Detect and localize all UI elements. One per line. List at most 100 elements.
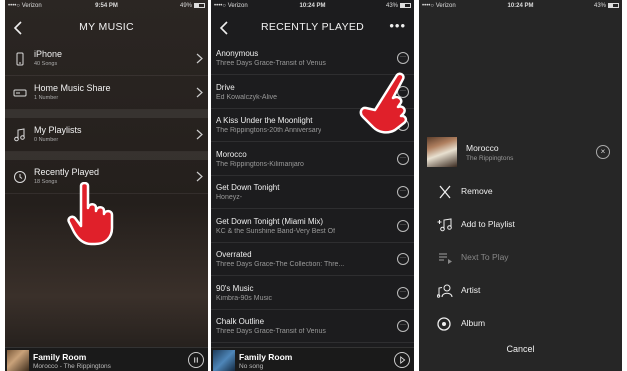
my-music-screen: ••••○ Verizon 9:54 PM 49% MY MUSIC iPhon… xyxy=(5,0,208,371)
track-artist-album: KC & the Sunshine Band-Very Best Of xyxy=(216,227,336,235)
library-row-count: 0 Number xyxy=(34,137,59,143)
next-to-play-icon xyxy=(439,253,452,264)
chevron-right-icon xyxy=(196,87,203,98)
track-artist-album: Three Days Grace-Transit of Venus xyxy=(216,60,326,67)
tap-hand-icon xyxy=(67,182,114,246)
pause-icon[interactable] xyxy=(188,352,204,368)
status-bar: ••••○ Verizon 10:24 PM 43% xyxy=(211,0,414,13)
more-dots-icon[interactable]: ••• xyxy=(389,19,406,32)
section-divider xyxy=(5,152,208,160)
library-row-count: 1 Number xyxy=(34,95,59,101)
chevron-right-icon xyxy=(196,53,203,64)
battery-icon xyxy=(400,2,411,8)
album-art xyxy=(213,350,235,371)
track-artist-album: Ed Kowalczyk-Alive xyxy=(216,93,278,101)
cancel-button[interactable]: Cancel xyxy=(419,344,622,354)
album-art xyxy=(427,137,457,167)
add-to-playlist-button[interactable]: Add to Playlist xyxy=(419,209,622,241)
library-row-label: iPhone xyxy=(34,49,63,59)
track-artist-album: The Rippingtons-Kilimanjaro xyxy=(216,160,304,168)
album-art xyxy=(7,350,29,371)
album-icon xyxy=(437,317,451,331)
track-title: A Kiss Under the Moonlight xyxy=(216,116,313,125)
clock: 10:24 PM xyxy=(507,3,534,9)
track-more-options-icon[interactable]: ··· xyxy=(397,52,409,64)
mini-player[interactable]: Family Room No song xyxy=(211,347,414,371)
chevron-right-icon xyxy=(196,129,203,140)
track-more-options-icon[interactable]: ··· xyxy=(397,152,409,165)
battery-icon xyxy=(194,2,205,8)
album-button[interactable]: Album xyxy=(419,308,622,340)
track-row[interactable]: Get Down Tonight Honeyz- ··· xyxy=(211,176,414,209)
player-now-playing: Morocco - The Rippingtons xyxy=(33,363,111,370)
library-row-home-music-share[interactable]: Home Music Share 1 Number xyxy=(5,76,208,110)
track-row[interactable]: Anonymous Three Days Grace-Transit of Ven… xyxy=(211,42,414,75)
player-now-playing: No song xyxy=(239,363,264,370)
battery-percent: 49% xyxy=(179,3,192,9)
library-row-count: 40 Songs xyxy=(34,61,58,67)
chevron-right-icon xyxy=(196,171,203,182)
library-row-iphone[interactable]: iPhone 40 Songs xyxy=(5,42,208,76)
track-artist-album: The Rippingtons-20th Anniversary xyxy=(216,127,322,134)
play-icon[interactable] xyxy=(394,352,410,368)
page-title: MY MUSIC xyxy=(79,21,134,33)
player-zone-name: Family Room xyxy=(33,352,87,362)
nav-bar: MY MUSIC xyxy=(5,13,208,43)
track-title: Anonymous xyxy=(216,49,259,58)
recently-played-screen: ••••○ Verizon 10:24 PM 43% RECENTLY PLAY… xyxy=(211,0,414,371)
track-row[interactable]: Get Down Tonight (Miami Mix) KC & the Sun… xyxy=(211,210,414,243)
track-title: Get Down Tonight xyxy=(216,183,280,192)
action-label: Add to Playlist xyxy=(461,219,515,229)
track-more-options-icon[interactable]: ··· xyxy=(397,219,409,232)
track-title: Chalk Outline xyxy=(216,317,265,326)
action-label: Next To Play xyxy=(461,252,509,262)
track-title: Drive xyxy=(216,82,235,92)
remove-x-icon xyxy=(439,185,451,199)
library-row-my-playlists[interactable]: My Playlists 0 Number xyxy=(5,118,208,152)
clock: 9:54 PM xyxy=(95,3,118,9)
close-icon[interactable]: × xyxy=(596,145,610,159)
track-row[interactable]: Overrated Three Days Grace-The Collection… xyxy=(211,243,414,276)
track-more-options-icon[interactable]: ··· xyxy=(397,253,409,265)
phone-icon xyxy=(16,52,24,66)
battery-indicator: 43% xyxy=(386,0,411,13)
track-artist-album: Three Days Grace-Transit of Venus xyxy=(216,328,326,335)
track-more-options-icon[interactable]: ··· xyxy=(397,286,409,299)
track-row[interactable]: Chalk Outline Three Days Grace-Transit of… xyxy=(211,310,414,343)
recent-clock-icon xyxy=(14,171,26,183)
mini-player[interactable]: Family Room Morocco - The Rippingtons xyxy=(5,347,208,371)
next-to-play-button[interactable]: Next To Play xyxy=(419,242,622,274)
section-divider xyxy=(5,110,208,118)
track-title: Morocco xyxy=(216,149,247,159)
track-artist-album: Honeyz- xyxy=(216,194,243,201)
artist-icon xyxy=(437,284,453,298)
track-row[interactable]: 90's Music Kimbra-90s Music ··· xyxy=(211,277,414,310)
track-title: Get Down Tonight (Miami Mix) xyxy=(216,216,323,226)
tap-hand-icon xyxy=(359,72,408,134)
sheet-artist-name: The Rippingtons xyxy=(466,155,514,162)
add-to-playlist-icon xyxy=(437,218,452,232)
battery-indicator: 43% xyxy=(594,0,619,13)
status-bar: ••••○ Verizon 9:54 PM 49% xyxy=(5,0,208,13)
clock: 10:24 PM xyxy=(299,3,326,9)
media-server-icon xyxy=(13,89,27,97)
track-title: 90's Music xyxy=(216,283,254,293)
sheet-song-title: Morocco xyxy=(466,143,499,153)
battery-percent: 43% xyxy=(385,3,398,9)
library-row-label: My Playlists xyxy=(34,125,82,135)
track-row[interactable]: Morocco The Rippingtons-Kilimanjaro ··· xyxy=(211,143,414,176)
library-row-label: Home Music Share xyxy=(34,83,111,93)
library-row-count: 18 Songs xyxy=(34,179,58,185)
playlist-icon xyxy=(14,128,25,142)
library-row-label: Recently Played xyxy=(34,167,100,177)
track-more-options-icon[interactable]: ··· xyxy=(397,320,409,332)
track-artist-album: Kimbra-90s Music xyxy=(216,294,273,302)
action-sheet-header: Morocco The Rippingtons × xyxy=(419,131,622,173)
battery-percent: 43% xyxy=(593,3,606,9)
battery-indicator: 49% xyxy=(180,0,205,13)
battery-icon xyxy=(608,2,619,8)
artist-button[interactable]: Artist xyxy=(419,275,622,307)
remove-button[interactable]: Remove xyxy=(419,176,622,208)
player-zone-name: Family Room xyxy=(239,352,293,362)
track-more-options-icon[interactable]: ··· xyxy=(397,186,409,198)
